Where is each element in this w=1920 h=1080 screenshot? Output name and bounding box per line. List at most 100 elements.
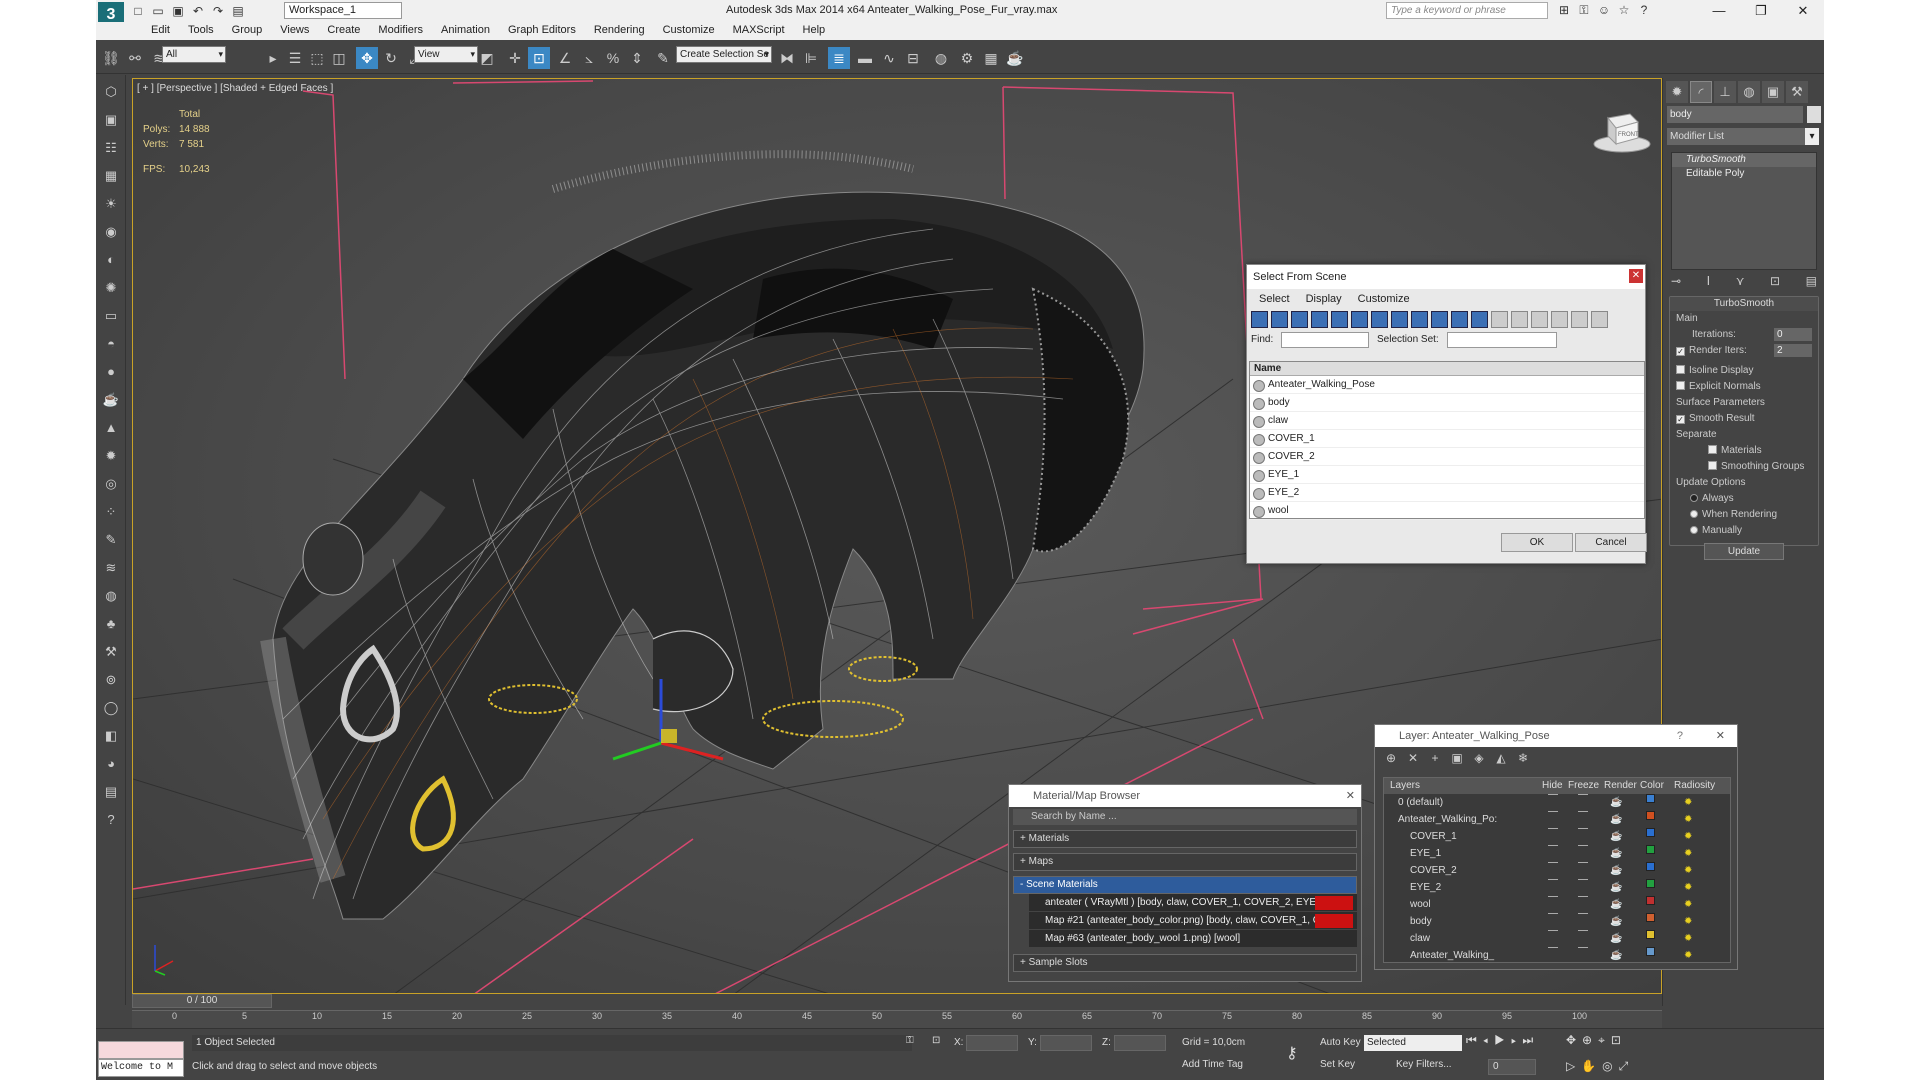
question-icon[interactable]: ? — [100, 809, 122, 831]
layer-close-button[interactable]: ✕ — [1716, 725, 1725, 747]
radiosity-icon[interactable]: ✹ — [1684, 930, 1692, 947]
layer-row[interactable]: 0 (default) ☕ ✹ — [1384, 794, 1730, 811]
unlink-icon[interactable]: ⚯ — [124, 47, 146, 69]
object-color-swatch[interactable] — [1807, 106, 1821, 123]
render-teapot-icon[interactable]: ☕ — [1610, 930, 1622, 947]
col-color[interactable]: Color — [1640, 778, 1664, 794]
schematic-icon[interactable]: ⊟ — [902, 47, 924, 69]
isoline-checkbox[interactable] — [1676, 365, 1685, 374]
teapot-icon[interactable]: ☕ — [100, 389, 122, 411]
workspace-dropdown[interactable]: Workspace_1 — [284, 2, 402, 19]
key-mode-icon[interactable]: ⚷ — [1286, 1043, 1298, 1063]
render-setup-icon[interactable]: ⚙ — [956, 47, 978, 69]
menu-tools[interactable]: Tools — [179, 22, 223, 40]
menu-modifiers[interactable]: Modifiers — [369, 22, 432, 40]
col-layers[interactable]: Layers — [1390, 778, 1420, 794]
render-iters-checkbox[interactable]: ✓ — [1676, 347, 1685, 356]
help-icon[interactable]: ? — [1636, 2, 1652, 18]
col-radiosity[interactable]: Radiosity — [1674, 778, 1715, 794]
sync-selection-icon[interactable] — [1571, 311, 1588, 328]
render-teapot-icon[interactable]: ☕ — [1610, 879, 1622, 896]
current-frame-field[interactable]: 0 — [1488, 1059, 1536, 1075]
redo-icon[interactable]: ↷ — [210, 3, 226, 19]
hierarchy-tab-icon[interactable]: ⊥ — [1714, 81, 1736, 103]
render-teapot-icon[interactable]: ☕ — [1610, 862, 1622, 879]
render-teapot-icon[interactable]: ☕ — [1610, 947, 1622, 964]
layer-row[interactable]: COVER_2 ☕ ✹ — [1384, 862, 1730, 879]
filter-frozen-icon[interactable] — [1451, 311, 1468, 328]
reference-coord-dropdown[interactable]: View — [414, 46, 478, 63]
sphere-icon[interactable]: ● — [100, 361, 122, 383]
window-crossing-icon[interactable]: ◫ — [328, 47, 350, 69]
add-to-layer-icon[interactable]: + — [1427, 750, 1443, 766]
list-item[interactable]: EYE_2 — [1250, 484, 1644, 502]
filter-geometry-icon[interactable] — [1251, 311, 1268, 328]
iterations-spinner[interactable]: 0 — [1774, 328, 1812, 341]
layer-row[interactable]: wool ☕ ✹ — [1384, 896, 1730, 913]
create-layer-icon[interactable]: ⊕ — [1383, 750, 1399, 766]
key-icon[interactable]: ⚿ — [1576, 2, 1592, 18]
group-materials[interactable]: + Materials — [1013, 830, 1357, 848]
save-icon[interactable]: ▣ — [170, 3, 186, 19]
radiosity-icon[interactable]: ✹ — [1684, 896, 1692, 913]
remove-modifier-icon[interactable]: ⊡ — [1770, 274, 1780, 288]
cone-icon[interactable]: ▲ — [100, 417, 122, 439]
undo-icon[interactable]: ↶ — [190, 3, 206, 19]
maximize-button[interactable]: ❐ — [1740, 0, 1782, 22]
sfs-menu-display[interactable]: Display — [1300, 291, 1348, 307]
spacewarp-icon[interactable]: ✺ — [100, 277, 122, 299]
mmb-close-button[interactable]: ✕ — [1346, 785, 1355, 807]
smoothing-groups-checkbox[interactable] — [1708, 461, 1717, 470]
group-scene-materials[interactable]: - Scene Materials — [1013, 876, 1357, 894]
key-filters-button[interactable]: Key Filters... — [1396, 1059, 1452, 1070]
show-end-result-icon[interactable]: Ⅰ — [1707, 274, 1711, 288]
layer-row[interactable]: EYE_1 ☕ ✹ — [1384, 845, 1730, 862]
open-file-icon[interactable]: ▭ — [150, 3, 166, 19]
scene-material-item[interactable]: anteater ( VRayMtl ) [body, claw, COVER_… — [1029, 894, 1357, 912]
group-sample-slots[interactable]: + Sample Slots — [1013, 954, 1357, 972]
list-icon[interactable]: ☷ — [100, 137, 122, 159]
track-bar[interactable]: 0 5 10 15 20 25 30 35 40 45 50 55 60 65 70 75 80 85 90 95 10… — [132, 1010, 1662, 1028]
plane-icon[interactable]: ▭ — [100, 305, 122, 327]
list-item[interactable]: COVER_2 — [1250, 448, 1644, 466]
menu-customize[interactable]: Customize — [654, 22, 724, 40]
navigation-controls[interactable]: ✥⊕⌖⊡ — [1566, 1033, 1627, 1048]
col-freeze[interactable]: Freeze — [1568, 778, 1599, 794]
viewcube[interactable]: FRONT — [1592, 108, 1652, 154]
configure-sets-icon[interactable]: ▤ — [1806, 274, 1817, 288]
create-tab-icon[interactable]: ✹ — [1666, 81, 1688, 103]
update-button[interactable]: Update — [1704, 543, 1784, 560]
ribbon-icon[interactable]: ▬ — [854, 47, 876, 69]
delete-layer-icon[interactable]: ✕ — [1405, 750, 1421, 766]
motion-tab-icon[interactable]: ◍ — [1738, 81, 1760, 103]
menu-animation[interactable]: Animation — [432, 22, 499, 40]
minimize-button[interactable]: — — [1698, 0, 1740, 22]
layer-row[interactable]: body ☕ ✹ — [1384, 913, 1730, 930]
hair-icon[interactable]: ≋ — [100, 557, 122, 579]
materials-checkbox[interactable] — [1708, 445, 1717, 454]
edit-named-sel-icon[interactable]: ✎ — [652, 47, 674, 69]
mirror-icon[interactable]: ⧓ — [776, 47, 798, 69]
scene-material-item[interactable]: Map #21 (anteater_body_color.png) [body,… — [1029, 912, 1357, 930]
menu-create[interactable]: Create — [318, 22, 369, 40]
layer-row[interactable]: EYE_2 ☕ ✹ — [1384, 879, 1730, 896]
particles-icon[interactable]: ⁘ — [100, 501, 122, 523]
scene-material-item[interactable]: Map #63 (anteater_body_wool 1.png) [wool… — [1029, 930, 1357, 948]
radiosity-icon[interactable]: ✹ — [1684, 913, 1692, 930]
light-icon[interactable]: ☀ — [100, 193, 122, 215]
layer-row[interactable]: Anteater_Walking_ ☕ ✹ — [1384, 947, 1730, 964]
new-file-icon[interactable]: □ — [130, 3, 146, 19]
key-mode-dropdown[interactable]: Selected — [1364, 1035, 1462, 1051]
render-teapot-icon[interactable]: ☕ — [1610, 913, 1622, 930]
filter-warps-icon[interactable] — [1351, 311, 1368, 328]
layer-row[interactable]: COVER_1 ☕ ✹ — [1384, 828, 1730, 845]
pin-stack-icon[interactable]: ⊸ — [1671, 274, 1681, 288]
percent-snap-icon[interactable]: % — [602, 47, 624, 69]
render-teapot-icon[interactable]: ☕ — [1610, 845, 1622, 862]
name-column-header[interactable]: Name — [1250, 362, 1644, 376]
helper-icon[interactable]: ◐ — [100, 249, 122, 271]
auto-key-button[interactable]: Auto Key — [1320, 1037, 1361, 1048]
render-icon[interactable]: ☕ — [1004, 47, 1026, 69]
ball-icon[interactable]: ◯ — [100, 697, 122, 719]
radiosity-icon[interactable]: ✹ — [1684, 862, 1692, 879]
